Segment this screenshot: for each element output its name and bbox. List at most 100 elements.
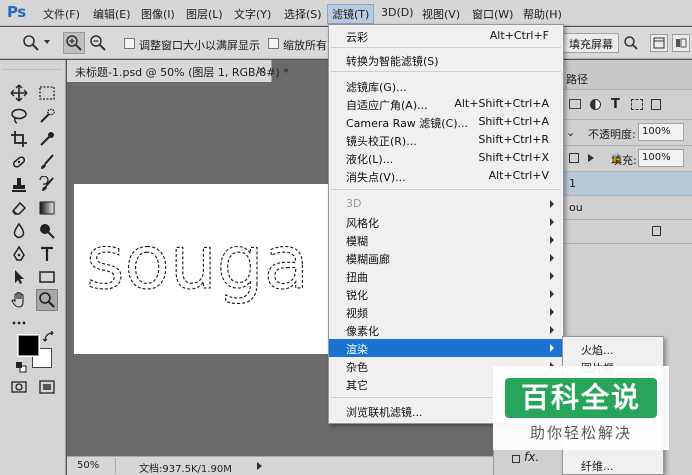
zoom-all-label: 缩放所有 (283, 39, 327, 52)
menu-layer[interactable]: 图层(L) (186, 6, 223, 22)
fill-label: 填充: (611, 154, 637, 167)
filter-pixel-icon[interactable] (569, 99, 581, 109)
menu-type[interactable]: 文字(Y) (234, 6, 271, 22)
menu-item-video[interactable]: 视频 (329, 303, 563, 321)
foreground-color-swatch[interactable] (17, 334, 40, 357)
menu-item-stylize[interactable]: 风格化 (329, 213, 563, 231)
submenu-arrow-icon (550, 308, 554, 316)
selection-text: souga (86, 220, 309, 306)
photoshop-logo: Ps (7, 3, 26, 21)
zoom-all-checkbox[interactable] (268, 38, 279, 49)
close-icon[interactable]: × (256, 63, 266, 77)
default-colors-icon[interactable] (14, 360, 28, 374)
watermark-subtitle: 助你轻松解决 (529, 424, 632, 442)
more-tools-icon[interactable] (8, 312, 30, 334)
menu-item-liquify[interactable]: 液化(L)... Shift+Ctrl+X (329, 149, 563, 167)
submenu-arrow-icon (550, 200, 554, 208)
submenu-arrow-icon (550, 326, 554, 334)
search-icon[interactable] (620, 32, 642, 54)
submenu-arrow-icon (550, 254, 554, 262)
menu-file[interactable]: 文件(F) (43, 6, 80, 22)
zoom-out-icon[interactable] (87, 32, 109, 54)
blend-mode-stub[interactable]: ⌄ (566, 126, 575, 139)
crop-tool-icon[interactable] (8, 128, 30, 150)
chevron-down-icon[interactable] (44, 40, 50, 44)
history-brush-tool-icon[interactable] (36, 174, 58, 196)
menu-help[interactable]: 帮助(H) (523, 6, 562, 22)
zoom-in-icon[interactable] (63, 32, 85, 54)
submenu-arrow-icon (550, 344, 554, 352)
submenu-item-flame[interactable]: 火焰... (563, 340, 663, 358)
zoom-tool-icon[interactable] (36, 289, 58, 311)
toolbox-grip[interactable] (2, 62, 62, 70)
watermark-title: 百科全说 (520, 381, 641, 414)
menu-item-sharpen[interactable]: 锐化 (329, 285, 563, 303)
brush-tool-icon[interactable] (36, 151, 58, 173)
lock-position-icon[interactable] (588, 154, 594, 162)
swap-colors-icon[interactable] (42, 330, 56, 344)
arrange-windows-icon[interactable] (650, 34, 668, 52)
opacity-label: 不透明度: (588, 128, 636, 141)
zoom-level[interactable]: 50% (77, 460, 99, 471)
menu-item-filter-gallery[interactable]: 滤镜库(G)... (329, 77, 563, 95)
quick-mask-icon[interactable] (8, 376, 30, 398)
menu-item-clouds[interactable]: 云彩 Alt+Ctrl+F (329, 27, 563, 45)
link-layers-icon[interactable] (512, 455, 520, 463)
submenu-item-fibers[interactable]: 纤维... (563, 456, 663, 474)
marquee-tool-icon[interactable] (36, 82, 58, 104)
menu-item-adaptive-wide-angle[interactable]: 自适应广角(A)... Alt+Shift+Ctrl+A (329, 95, 563, 113)
pen-tool-icon[interactable] (8, 243, 30, 265)
status-arrow-icon[interactable] (257, 462, 262, 470)
hand-tool-icon[interactable] (8, 289, 30, 311)
zoom-tool-preset-icon[interactable] (20, 32, 42, 54)
path-selection-tool-icon[interactable] (8, 266, 30, 288)
menu-window[interactable]: 窗口(W) (472, 6, 513, 22)
menu-3d[interactable]: 3D(D) (381, 6, 414, 19)
opacity-field[interactable]: 100% (638, 123, 684, 141)
dodge-tool-icon[interactable] (36, 220, 58, 242)
resize-windows-checkbox[interactable] (124, 38, 135, 49)
menu-item-blur[interactable]: 模糊 (329, 231, 563, 249)
menu-item-distort[interactable]: 扭曲 (329, 267, 563, 285)
lock-transparent-icon[interactable] (569, 153, 579, 163)
menu-image[interactable]: 图像(I) (141, 6, 175, 22)
menu-item-blur-gallery[interactable]: 模糊画廊 (329, 249, 563, 267)
type-tool-icon[interactable] (36, 243, 58, 265)
filter-shape-icon[interactable] (631, 99, 643, 110)
layer-name: ou (569, 201, 583, 214)
document-tab[interactable]: 未标题-1.psd @ 50% (图层 1, RGB/8#) * × (67, 60, 289, 82)
status-divider (115, 458, 116, 474)
menu-item-vanishing-point[interactable]: 消失点(V)... Alt+Ctrl+V (329, 167, 563, 185)
menu-item-pixelate[interactable]: 像素化 (329, 321, 563, 339)
layer-name: 1 (569, 177, 576, 190)
quick-selection-tool-icon[interactable] (36, 105, 58, 127)
tab-paths[interactable]: 路径 (566, 71, 588, 87)
menu-item-lens-correction[interactable]: 镜头校正(R)... Shift+Ctrl+R (329, 131, 563, 149)
fill-screen-button[interactable]: 填充屏幕 (563, 33, 619, 53)
fx-icon[interactable]: fx. (524, 450, 539, 464)
menu-edit[interactable]: 编辑(E) (93, 6, 131, 22)
clone-stamp-tool-icon[interactable] (8, 174, 30, 196)
menu-item-3d: 3D (329, 195, 563, 213)
canvas[interactable]: souga (74, 184, 342, 354)
filter-type-icon[interactable]: T (611, 97, 620, 112)
gradient-tool-icon[interactable] (36, 197, 58, 219)
menu-filter[interactable]: 滤镜(T) (327, 4, 375, 24)
menu-item-camera-raw[interactable]: Camera Raw 滤镜(C)... Shift+Ctrl+A (329, 113, 563, 131)
menu-view[interactable]: 视图(V) (422, 6, 460, 22)
lasso-tool-icon[interactable] (8, 105, 30, 127)
rectangle-tool-icon[interactable] (36, 266, 58, 288)
eyedropper-tool-icon[interactable] (36, 128, 58, 150)
blur-tool-icon[interactable] (8, 220, 30, 242)
eraser-tool-icon[interactable] (8, 197, 30, 219)
menu-select[interactable]: 选择(S) (284, 6, 322, 22)
filter-smart-icon[interactable] (651, 99, 661, 110)
menu-item-render[interactable]: 渲染 (329, 339, 563, 357)
screen-mode-icon[interactable] (36, 376, 58, 398)
healing-brush-tool-icon[interactable] (8, 151, 30, 173)
menu-item-convert-smart-filters[interactable]: 转换为智能滤镜(S) (329, 51, 563, 69)
workspace-icon[interactable] (672, 34, 690, 52)
filter-adjustment-icon[interactable] (590, 99, 601, 110)
move-tool-icon[interactable] (8, 82, 30, 104)
fill-field[interactable]: 100% (638, 149, 684, 167)
